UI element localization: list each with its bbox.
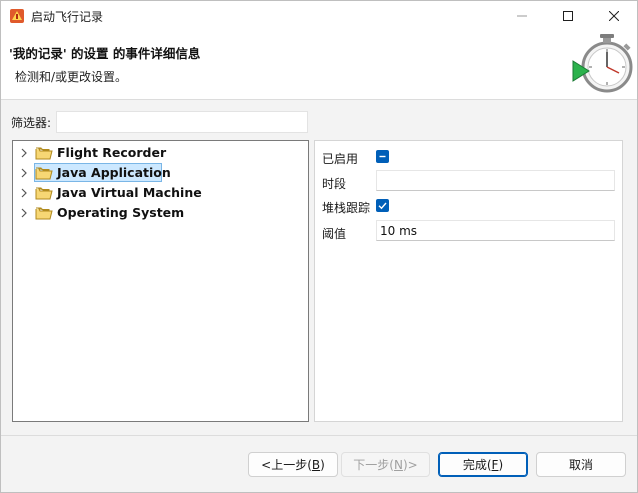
title-bar[interactable]: 启动飞行记录	[1, 1, 637, 31]
indeterminate-icon	[379, 155, 386, 158]
cancel-button[interactable]: 取消	[536, 452, 626, 477]
threshold-label: 阈值	[322, 227, 347, 241]
minimize-icon	[517, 15, 527, 17]
event-tree[interactable]: Flight Recorder Java Application Java Vi…	[12, 140, 309, 422]
finish-button[interactable]: 完成(F)	[438, 452, 528, 477]
banner-title: '我的记录' 的设置 的事件详细信息	[9, 46, 201, 61]
period-input[interactable]	[376, 170, 615, 191]
back-mnemonic: B	[311, 457, 321, 472]
period-label: 时段	[322, 177, 347, 191]
stacktrace-checkbox[interactable]	[376, 199, 389, 212]
maximize-icon	[563, 11, 573, 21]
enabled-checkbox[interactable]	[376, 150, 389, 163]
back-button[interactable]: <上一步(B)	[248, 452, 338, 477]
chevron-right-icon[interactable]	[19, 168, 29, 178]
folder-icon	[35, 187, 53, 200]
folder-icon	[35, 207, 53, 220]
maximize-button[interactable]	[545, 1, 591, 31]
close-icon	[609, 11, 619, 21]
chevron-right-icon[interactable]	[19, 208, 29, 218]
back-button-suffix: )	[320, 457, 325, 472]
filter-input[interactable]	[56, 111, 308, 133]
minimize-button[interactable]	[499, 1, 545, 31]
banner-description: 检测和/或更改设置。	[15, 70, 128, 84]
threshold-input[interactable]	[376, 220, 615, 241]
dialog-window: 启动飞行记录 '我的记录' 的设置 的事件详细信息 检测和/或更改设置。 筛选器…	[0, 0, 638, 493]
tree-item-label: Java Virtual Machine	[57, 185, 202, 200]
window-title: 启动飞行记录	[31, 10, 104, 24]
app-icon	[10, 9, 24, 23]
finish-button-suffix: )	[498, 457, 504, 472]
finish-button-text: 完成(	[462, 458, 492, 472]
folder-icon	[35, 167, 53, 180]
stacktrace-label: 堆栈跟踪	[322, 201, 371, 215]
chevron-right-icon[interactable]	[19, 188, 29, 198]
next-mnemonic: N	[393, 457, 403, 472]
tree-item-label: Java Application	[57, 165, 171, 180]
tree-item-java-application[interactable]: Java Application	[13, 163, 303, 183]
tree-item-flight-recorder[interactable]: Flight Recorder	[13, 143, 303, 163]
folder-icon	[35, 147, 53, 160]
event-settings-panel: 已启用 时段 堆栈跟踪 阈值	[314, 140, 623, 422]
finish-mnemonic: F	[491, 457, 499, 472]
tree-item-java-virtual-machine[interactable]: Java Virtual Machine	[13, 183, 303, 203]
tree-item-operating-system[interactable]: Operating System	[13, 203, 303, 223]
next-button-suffix: )>	[402, 457, 418, 472]
tree-item-label: Operating System	[57, 205, 185, 220]
close-button[interactable]	[591, 1, 637, 31]
enabled-label: 已启用	[322, 152, 359, 166]
filter-label: 筛选器:	[11, 116, 52, 130]
next-button[interactable]: 下一步(N)>	[341, 452, 430, 477]
stopwatch-wizard-icon	[572, 34, 633, 93]
back-button-text: <上一步(	[261, 458, 312, 472]
footer-divider	[1, 435, 637, 436]
chevron-right-icon[interactable]	[19, 148, 29, 158]
wizard-banner: '我的记录' 的设置 的事件详细信息 检测和/或更改设置。	[1, 31, 637, 100]
tree-item-label: Flight Recorder	[57, 145, 167, 160]
next-button-text: 下一步(	[353, 458, 394, 472]
checkmark-icon	[378, 202, 387, 210]
